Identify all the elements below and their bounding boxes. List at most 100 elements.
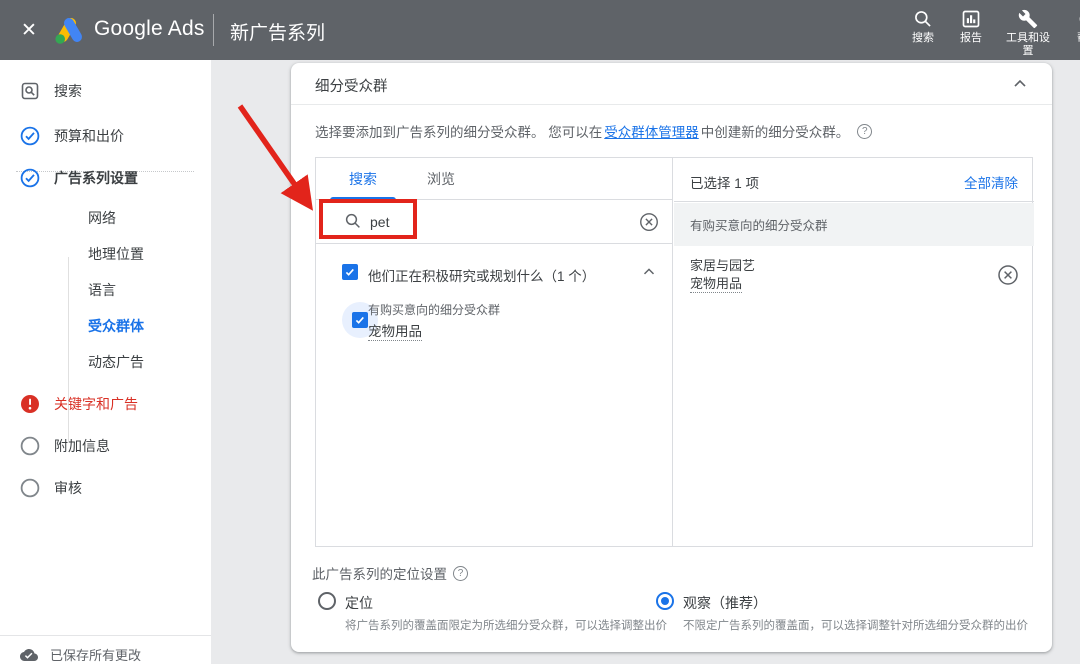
description-suffix: 中创建新的细分受众群。: [701, 121, 850, 141]
card-description: 选择要添加到广告系列的细分受众群。 您可以在受众群体管理器中创建新的细分受众群。…: [315, 121, 872, 141]
result-item-row[interactable]: 有购买意向的细分受众群 宠物用品: [326, 296, 666, 344]
empty-circle-icon: [20, 436, 40, 456]
check-circle-icon: [20, 168, 40, 188]
boxed-search-icon: [20, 81, 40, 101]
chevron-up-icon: [640, 263, 658, 281]
help-glyph: ?: [458, 568, 464, 579]
sidebar-footer-divider: [0, 635, 211, 636]
help-icon[interactable]: ?: [857, 124, 872, 139]
group-label: 他们正在积极研究或规划什么（1 个）: [368, 265, 595, 285]
sidebar-step-review[interactable]: 审核: [20, 475, 82, 501]
sidebar-subitem-audiences[interactable]: 受众群体: [88, 314, 144, 338]
tab-search[interactable]: 搜索: [330, 158, 396, 200]
checkmark-icon: [344, 266, 356, 278]
selected-section-header: 有购买意向的细分受众群: [674, 203, 1034, 246]
result-item-text: 有购买意向的细分受众群 宠物用品: [368, 301, 500, 340]
collapse-button[interactable]: [1010, 74, 1030, 94]
sidebar-subitem-languages[interactable]: 语言: [88, 278, 116, 302]
topbar-divider: [213, 14, 214, 46]
tools-icon: [1018, 9, 1038, 29]
targeting-label-text: 此广告系列的定位设置: [312, 563, 447, 583]
google-ads-logo-icon: [52, 15, 88, 45]
card-header: 细分受众群: [291, 63, 1052, 105]
sidebar: 搜索 预算和出价 广告系列设置 网络 地理位置 语言 受众群体 动态广告: [0, 60, 211, 664]
selected-item-name[interactable]: 宠物用品: [690, 276, 742, 293]
search-icon: [913, 9, 933, 29]
targeting-setting-label: 此广告系列的定位设置 ?: [312, 563, 468, 583]
subitem-label: 网络: [88, 208, 116, 228]
audience-manager-link[interactable]: 受众群体管理器: [604, 121, 699, 141]
sidebar-subitem-networks[interactable]: 网络: [88, 206, 116, 230]
sidebar-item-search[interactable]: 搜索: [20, 78, 82, 104]
group-collapse-button[interactable]: [640, 263, 658, 281]
empty-circle-icon: [20, 478, 40, 498]
sidebar-step-label: 关键字和广告: [54, 394, 138, 414]
selected-item-path: 家居与园艺: [690, 257, 755, 275]
selected-item-text: 家居与园艺 宠物用品: [690, 257, 755, 292]
topbar-reports-button[interactable]: 报告: [945, 9, 997, 45]
picker-left-column: 搜索 浏览: [316, 158, 673, 546]
sidebar-step-campaign-settings[interactable]: 广告系列设置: [20, 165, 138, 191]
sidebar-subitem-dynamic-ads[interactable]: 动态广告: [88, 350, 144, 374]
sidebar-step-label: 审核: [54, 478, 82, 498]
sidebar-subitem-locations[interactable]: 地理位置: [88, 242, 144, 266]
close-button[interactable]: ✕: [16, 17, 42, 43]
description-prefix: 选择要添加到广告系列的细分受众群。 您可以在: [315, 121, 602, 141]
brand-name: Google Ads: [94, 17, 205, 41]
result-item-name[interactable]: 宠物用品: [368, 324, 422, 341]
sidebar-step-label: 附加信息: [54, 436, 110, 456]
sidebar-step-label: 预算和出价: [54, 126, 124, 146]
circle-x-icon: [996, 263, 1020, 287]
audience-search-input[interactable]: [368, 210, 548, 234]
chevron-up-icon: [1010, 74, 1030, 94]
result-item-category: 有购买意向的细分受众群: [368, 301, 500, 318]
top-app-bar: ✕ Google Ads 新广告系列 搜索 报告 工具和设置: [0, 0, 1080, 60]
topbar-tools-button[interactable]: 工具和设置: [1002, 9, 1054, 57]
cloud-done-icon: [20, 646, 38, 664]
save-status: 已保存所有更改: [20, 645, 141, 664]
subitem-label: 语言: [88, 280, 116, 300]
help-icon[interactable]: ?: [453, 566, 468, 581]
sidebar-step-extensions[interactable]: 附加信息: [20, 433, 110, 459]
radio-observation[interactable]: [656, 592, 674, 610]
search-icon: [344, 212, 362, 230]
selected-count: 已选择 1 项: [690, 172, 759, 192]
selected-header: 已选择 1 项 全部清除: [674, 158, 1034, 202]
check-circle-icon: [20, 126, 40, 146]
tab-browse[interactable]: 浏览: [408, 158, 474, 200]
group-checkbox[interactable]: [342, 264, 358, 280]
card-title: 细分受众群: [315, 75, 388, 96]
topbar-reports-label: 报告: [960, 32, 982, 45]
remove-selected-button[interactable]: [996, 263, 1020, 287]
tab-label: 浏览: [427, 169, 455, 189]
page-title: 新广告系列: [230, 18, 325, 45]
option-label: 观察（推荐）: [683, 595, 767, 611]
search-row: [316, 200, 672, 244]
tab-label: 搜索: [349, 169, 377, 189]
radio-targeting[interactable]: [318, 592, 336, 610]
topbar-tools-label: 工具和设置: [1006, 32, 1050, 57]
subitem-label: 动态广告: [88, 352, 144, 372]
topbar-search-button[interactable]: 搜索: [897, 9, 949, 45]
sidebar-step-label: 广告系列设置: [54, 168, 138, 188]
sidebar-search-label: 搜索: [54, 81, 82, 101]
selected-item-row: 家居与园艺 宠物用品: [674, 246, 1034, 304]
option-description: 不限定广告系列的覆盖面，可以选择调整针对所选细分受众群的出价: [683, 617, 1028, 633]
sidebar-step-keywords-ads[interactable]: 关键字和广告: [20, 391, 138, 417]
google-ads-logo: [52, 15, 88, 48]
topbar-help-button[interactable]: ? 帮助: [1062, 9, 1080, 45]
clear-search-button[interactable]: [638, 211, 660, 233]
checkmark-icon: [354, 314, 366, 326]
option-description: 将广告系列的覆盖面限定为所选细分受众群，可以选择调整出价: [345, 617, 667, 633]
subitem-label: 受众群体: [88, 316, 144, 336]
topbar-search-label: 搜索: [912, 32, 934, 45]
save-status-label: 已保存所有更改: [50, 645, 141, 664]
item-checkbox[interactable]: [352, 312, 368, 328]
circle-x-icon: [638, 211, 660, 233]
clear-all-button[interactable]: 全部清除: [964, 172, 1018, 192]
selected-section-label: 有购买意向的细分受众群: [690, 215, 828, 234]
sidebar-step-budget[interactable]: 预算和出价: [20, 123, 124, 149]
audience-picker: 搜索 浏览: [315, 157, 1033, 547]
picker-right-column: 已选择 1 项 全部清除 有购买意向的细分受众群 家居与园艺 宠物用品: [674, 158, 1034, 546]
option-label: 定位: [345, 595, 373, 611]
